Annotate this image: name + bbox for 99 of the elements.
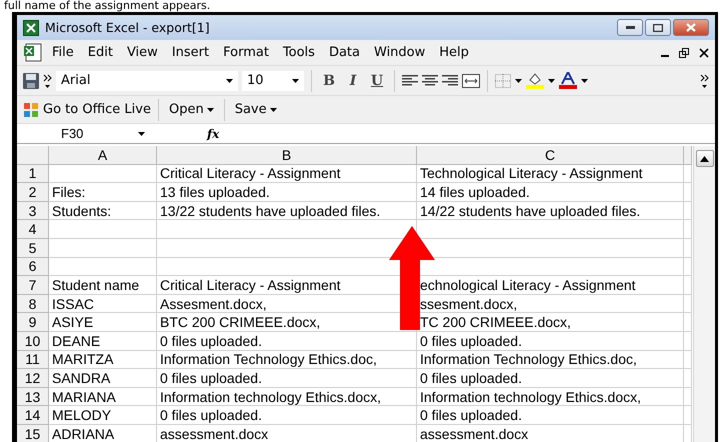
fill-color-icon[interactable] [526, 72, 544, 89]
table-cell: 14/22 students have uploaded files. [417, 202, 684, 220]
minimize-icon [626, 26, 634, 29]
row-header[interactable]: 13 [17, 388, 49, 406]
vertical-scrollbar[interactable] [693, 146, 715, 442]
open-button[interactable]: Open [166, 102, 217, 117]
dropdown-arrow-icon[interactable] [515, 78, 522, 82]
dropdown-arrow-icon[interactable] [548, 78, 555, 82]
table-cell: MARIANA [49, 388, 157, 406]
table-cell: 14 files uploaded. [417, 183, 684, 202]
table-cell: Information technology Ethics.docx, [157, 388, 417, 406]
close-icon[interactable] [699, 48, 709, 58]
table-cell: MARITZA [49, 350, 157, 370]
row-header[interactable]: 2 [17, 183, 49, 202]
caption-text: full name of the assignment appears. [4, 0, 212, 12]
menu-item[interactable]: Data [324, 43, 365, 62]
row-header[interactable]: 7 [17, 276, 49, 295]
row-header[interactable]: 14 [17, 406, 49, 425]
row-header[interactable]: 15 [17, 424, 49, 442]
row-header[interactable]: 12 [17, 369, 49, 388]
font-field[interactable]: Arial [56, 70, 238, 90]
table-cell: 13/22 students have uploaded files. [157, 202, 417, 220]
dropdown-arrow-icon[interactable] [138, 132, 145, 136]
table-cell: DEANE [49, 332, 157, 351]
table-cell: 13 files uploaded. [157, 183, 417, 202]
row-header[interactable]: 10 [17, 332, 49, 351]
office-live-link[interactable]: Go to Office Live [43, 102, 151, 117]
dropdown-arrow-icon[interactable] [581, 78, 588, 82]
dropdown-arrow-icon[interactable] [270, 108, 277, 112]
close-button[interactable] [673, 19, 709, 36]
table-cell: 0 files uploaded. [417, 369, 684, 388]
align-center-icon[interactable] [422, 74, 438, 86]
row-header[interactable]: 4 [17, 220, 49, 239]
table-cell: 0 files uploaded. [417, 332, 684, 351]
window-title: Microsoft Excel - export[1] [45, 20, 210, 35]
more-icon[interactable] [700, 74, 709, 88]
function-label[interactable]: fx [207, 126, 220, 140]
menu-item[interactable]: Window [369, 43, 430, 62]
menu-item[interactable]: File [47, 43, 79, 62]
table-cell: Information Technology Ethics.doc, [157, 350, 417, 370]
table-cell: ASIYE [49, 313, 157, 332]
restore-icon[interactable] [679, 48, 689, 58]
save-icon[interactable] [23, 72, 39, 88]
font-color-icon[interactable] [559, 72, 577, 89]
scroll-up-button[interactable] [696, 150, 714, 167]
table-cell: MELODY [49, 406, 157, 425]
workbook-icon[interactable] [23, 43, 43, 62]
underline-button[interactable]: U [367, 72, 387, 88]
maximize-icon [653, 24, 663, 32]
table-cell: 0 files uploaded. [157, 332, 417, 351]
close-icon [686, 23, 696, 32]
merge-cells-icon[interactable] [462, 74, 480, 88]
align-left-icon[interactable] [402, 74, 418, 86]
dropdown-arrow-icon[interactable] [206, 108, 214, 112]
table-cell: Information Technology Ethics.doc, [417, 350, 684, 370]
name-box[interactable]: F30 [17, 124, 157, 144]
row-header[interactable]: 3 [17, 202, 49, 220]
table-cell: Student name [49, 276, 157, 295]
italic-button[interactable]: I [343, 72, 363, 88]
font-size-field[interactable]: 10 [242, 70, 304, 90]
column-header[interactable]: C [417, 146, 684, 165]
align-right-icon[interactable] [442, 74, 458, 86]
table-cell: Files: [49, 183, 157, 202]
row-header[interactable]: 5 [17, 238, 49, 258]
table-cell: 0 files uploaded. [157, 406, 417, 425]
column-header[interactable]: A [49, 146, 157, 165]
bold-button[interactable]: B [319, 72, 339, 88]
dropdown-arrow-icon[interactable] [292, 78, 299, 82]
row-header[interactable]: 1 [17, 164, 49, 184]
row-header[interactable]: 9 [17, 313, 49, 332]
table-cell: 0 files uploaded. [417, 406, 684, 425]
table-cell: assessment.docx [417, 424, 684, 442]
table-cell: 0 files uploaded. [157, 369, 417, 388]
maximize-button[interactable] [645, 19, 671, 36]
table-cell: Critical Literacy - Assignment [157, 164, 417, 184]
dropdown-arrow-icon[interactable] [226, 78, 233, 82]
table-cell: SANDRA [49, 369, 157, 388]
row-header[interactable]: 6 [17, 258, 49, 276]
row-header[interactable]: 8 [17, 294, 49, 314]
menu-item[interactable]: View [122, 43, 163, 62]
row-header[interactable]: 11 [17, 350, 49, 370]
menu-item[interactable]: Edit [82, 43, 118, 62]
table-cell: Technological Literacy - Assignment [417, 164, 684, 184]
table-cell: assessment.docx [157, 424, 417, 442]
save-button[interactable]: Save [232, 102, 280, 117]
table-cell: Information technology Ethics.docx, [417, 388, 684, 406]
more-icon[interactable] [43, 74, 52, 88]
column-header[interactable]: B [157, 146, 417, 165]
menu-item[interactable]: Insert [166, 43, 214, 62]
table-cell: Students: [49, 202, 157, 220]
table-cell: ISSAC [49, 294, 157, 314]
menu-item[interactable]: Help [434, 43, 474, 62]
menu-item[interactable]: Format [218, 43, 274, 62]
spreadsheet-icon [23, 20, 39, 36]
table-cell: ADRIANA [49, 424, 157, 442]
up-arrow-icon [700, 156, 709, 162]
menu-item[interactable]: Tools [278, 43, 320, 62]
minimize-button[interactable] [617, 19, 643, 36]
office-live-icon [23, 102, 39, 118]
